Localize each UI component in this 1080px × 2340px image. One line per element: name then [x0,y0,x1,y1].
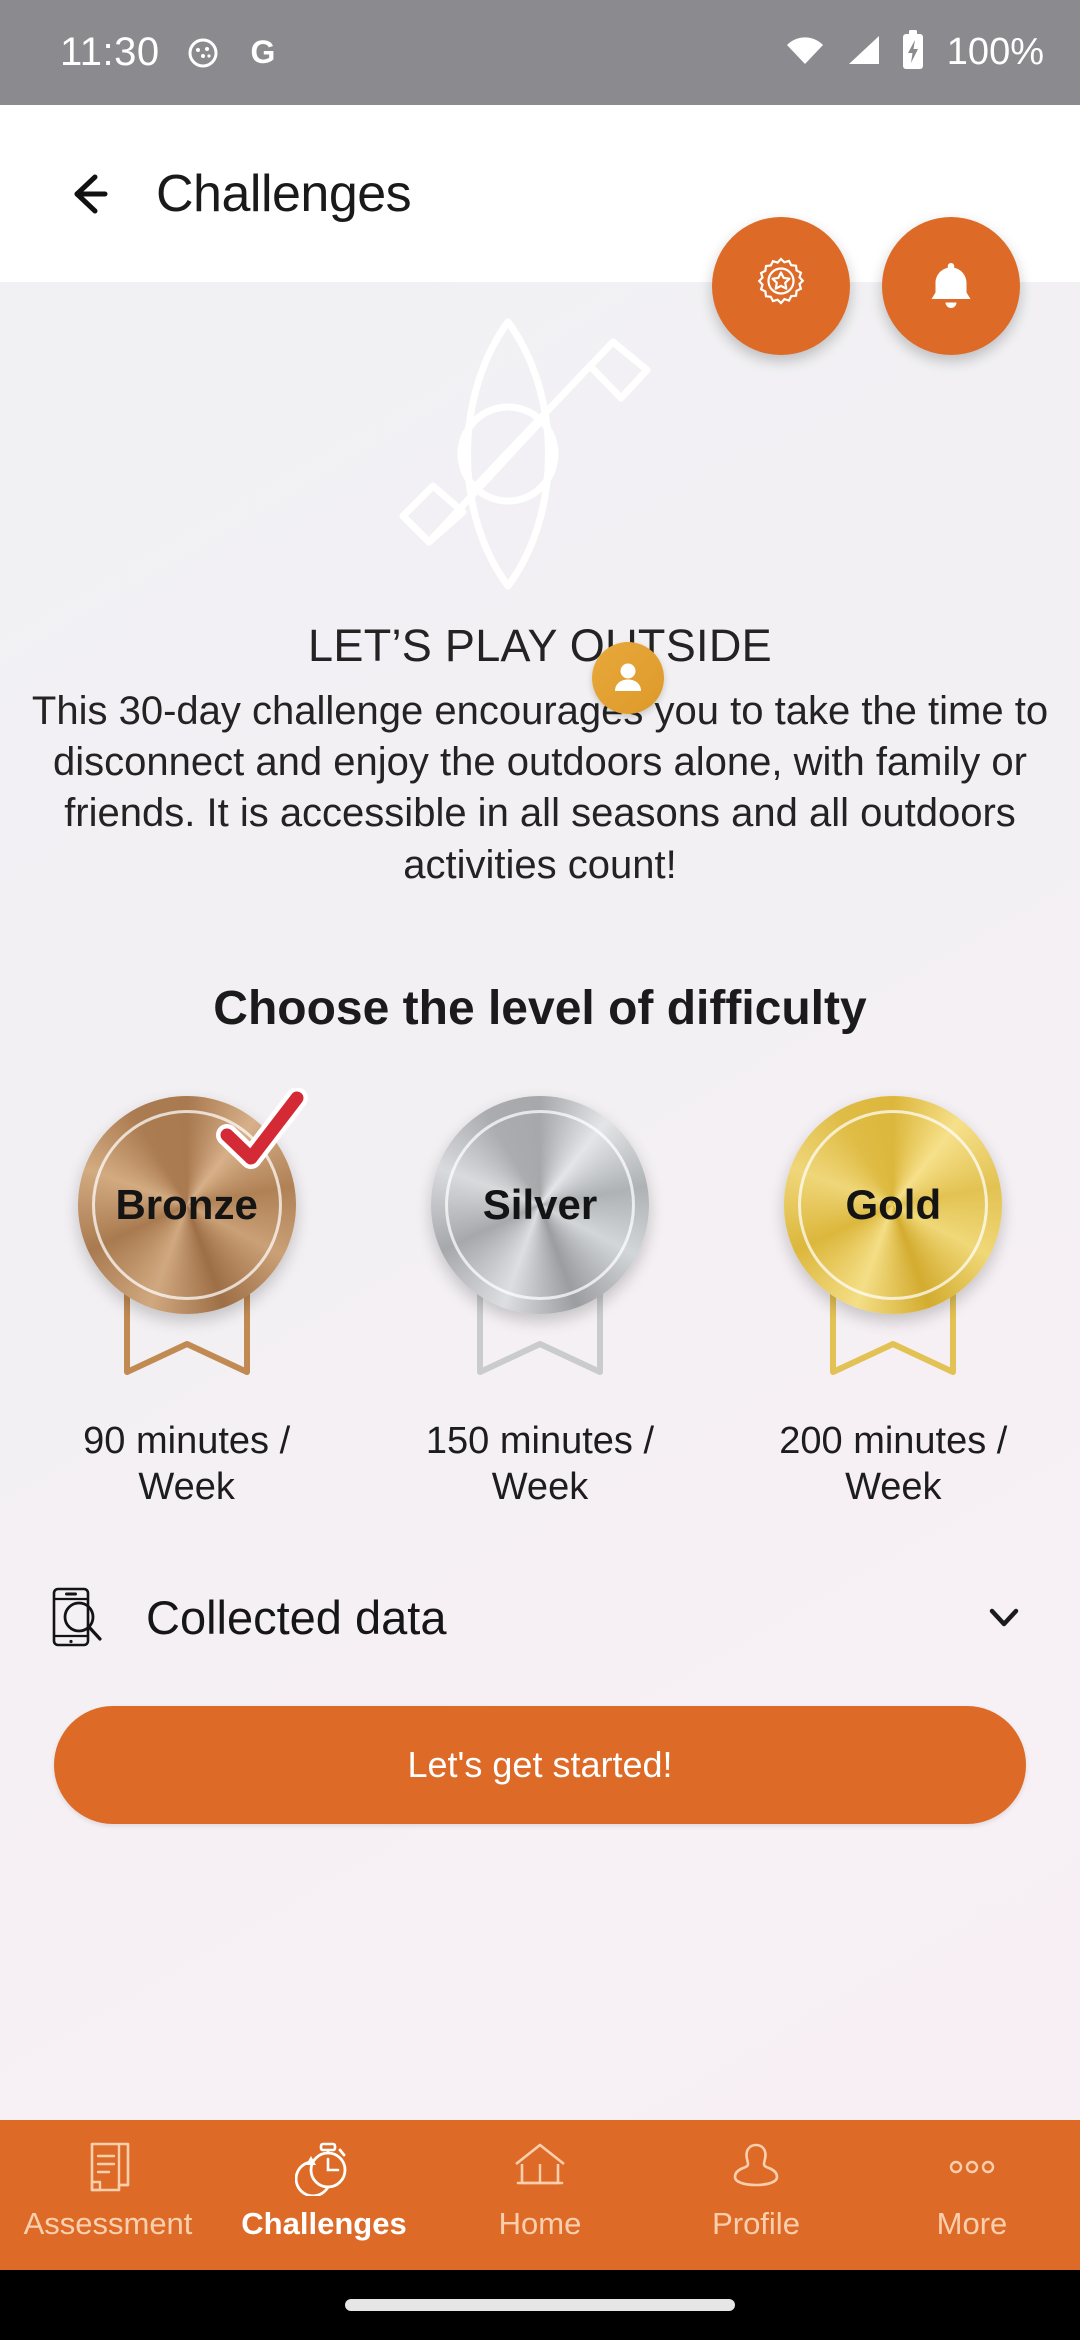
person-icon [615,663,641,691]
collected-data-label: Collected data [146,1590,447,1644]
get-started-button[interactable]: Let's get started! [54,1706,1026,1825]
check-icon [215,1087,308,1169]
nav-item-challenges[interactable]: Challenges [216,2136,432,2242]
avatar [592,642,664,714]
badge-star-icon [757,257,805,305]
nav-item-profile[interactable]: Profile [648,2136,864,2242]
nav-item-assessment[interactable]: Assessment [0,2136,216,2242]
stopwatch-icon [295,2136,353,2198]
medal-gold: Gold [769,1095,1017,1396]
phone-screen: 11:30 G 100% Challenges LET’S PLAY OUTSI… [0,0,1080,2340]
app-notification-icon [186,36,220,70]
nav-item-home[interactable]: Home [432,2136,648,2242]
back-button[interactable] [52,158,124,230]
medal-caption-bronze: 90 minutes / Week [83,1419,291,1509]
status-bar: 11:30 G 100% [0,0,1080,105]
nav-label-assessment: Assessment [23,2206,193,2241]
battery-charging-icon [899,29,927,76]
medal-caption-gold: 200 minutes / Week [779,1419,1008,1509]
svg-text:G: G [250,36,275,70]
bell-icon [931,263,971,308]
difficulty-option-silver[interactable]: Silver 150 minutes / Week [363,1095,716,1511]
bottom-navigation: Assessment Challenges Home Profile More [0,2120,1080,2270]
battery-percent-label: 100% [946,31,1044,73]
difficulty-option-bronze[interactable]: Bronze 90 minutes / Week [10,1087,363,1511]
cellular-signal-icon [843,30,883,75]
nav-label-challenges: Challenges [241,2206,407,2241]
document-lines-icon [79,2136,137,2198]
chevron-down-icon[interactable] [980,1593,1028,1641]
kayak-paddle-icon [375,304,705,609]
nav-label-profile: Profile [712,2206,800,2241]
challenge-title: LET’S PLAY OUTSIDE [308,620,772,671]
challenge-description: This 30-day challenge encourages you to … [31,689,1049,887]
medal-label-bronze: Bronze [115,1180,258,1228]
status-bar-right: 100% [783,29,1044,76]
page-title: Challenges [156,164,412,223]
person-outline-icon [727,2136,785,2198]
phone-search-icon [48,1586,110,1648]
medal-caption-silver: 150 minutes / Week [425,1419,655,1509]
cta-container: Let's get started! [0,1648,1080,1825]
arrow-left-icon [74,174,108,213]
medal-silver: Silver [416,1095,664,1396]
main-content: LET’S PLAY OUTSIDE This 30-day challenge… [0,282,1080,2120]
gesture-navigation-bar [0,2270,1080,2340]
difficulty-heading: Choose the level of difficulty [213,981,867,1035]
nav-item-more[interactable]: More [864,2136,1080,2242]
status-bar-clock: 11:30 [60,30,160,74]
medal-label-silver: Silver [482,1180,598,1228]
nav-label-home: Home [498,2206,582,2241]
medal-label-gold: Gold [845,1180,942,1228]
home-indicator[interactable] [345,2299,735,2311]
notifications-button[interactable] [882,217,1020,355]
google-icon: G [246,36,280,70]
wifi-icon [783,30,827,75]
three-dots-icon [943,2136,1001,2198]
house-icon [511,2136,569,2198]
nav-label-more: More [936,2206,1008,2241]
rewards-badge-button[interactable] [712,217,850,355]
difficulty-option-gold[interactable]: Gold 200 minutes / Week [717,1095,1070,1511]
difficulty-options: Bronze 90 minutes / Week Silver 150 minu… [0,1087,1080,1511]
medal-bronze: Bronze [63,1087,311,1396]
collected-data-row[interactable]: Collected data [0,1586,1080,1648]
status-bar-left: 11:30 G [60,30,280,75]
